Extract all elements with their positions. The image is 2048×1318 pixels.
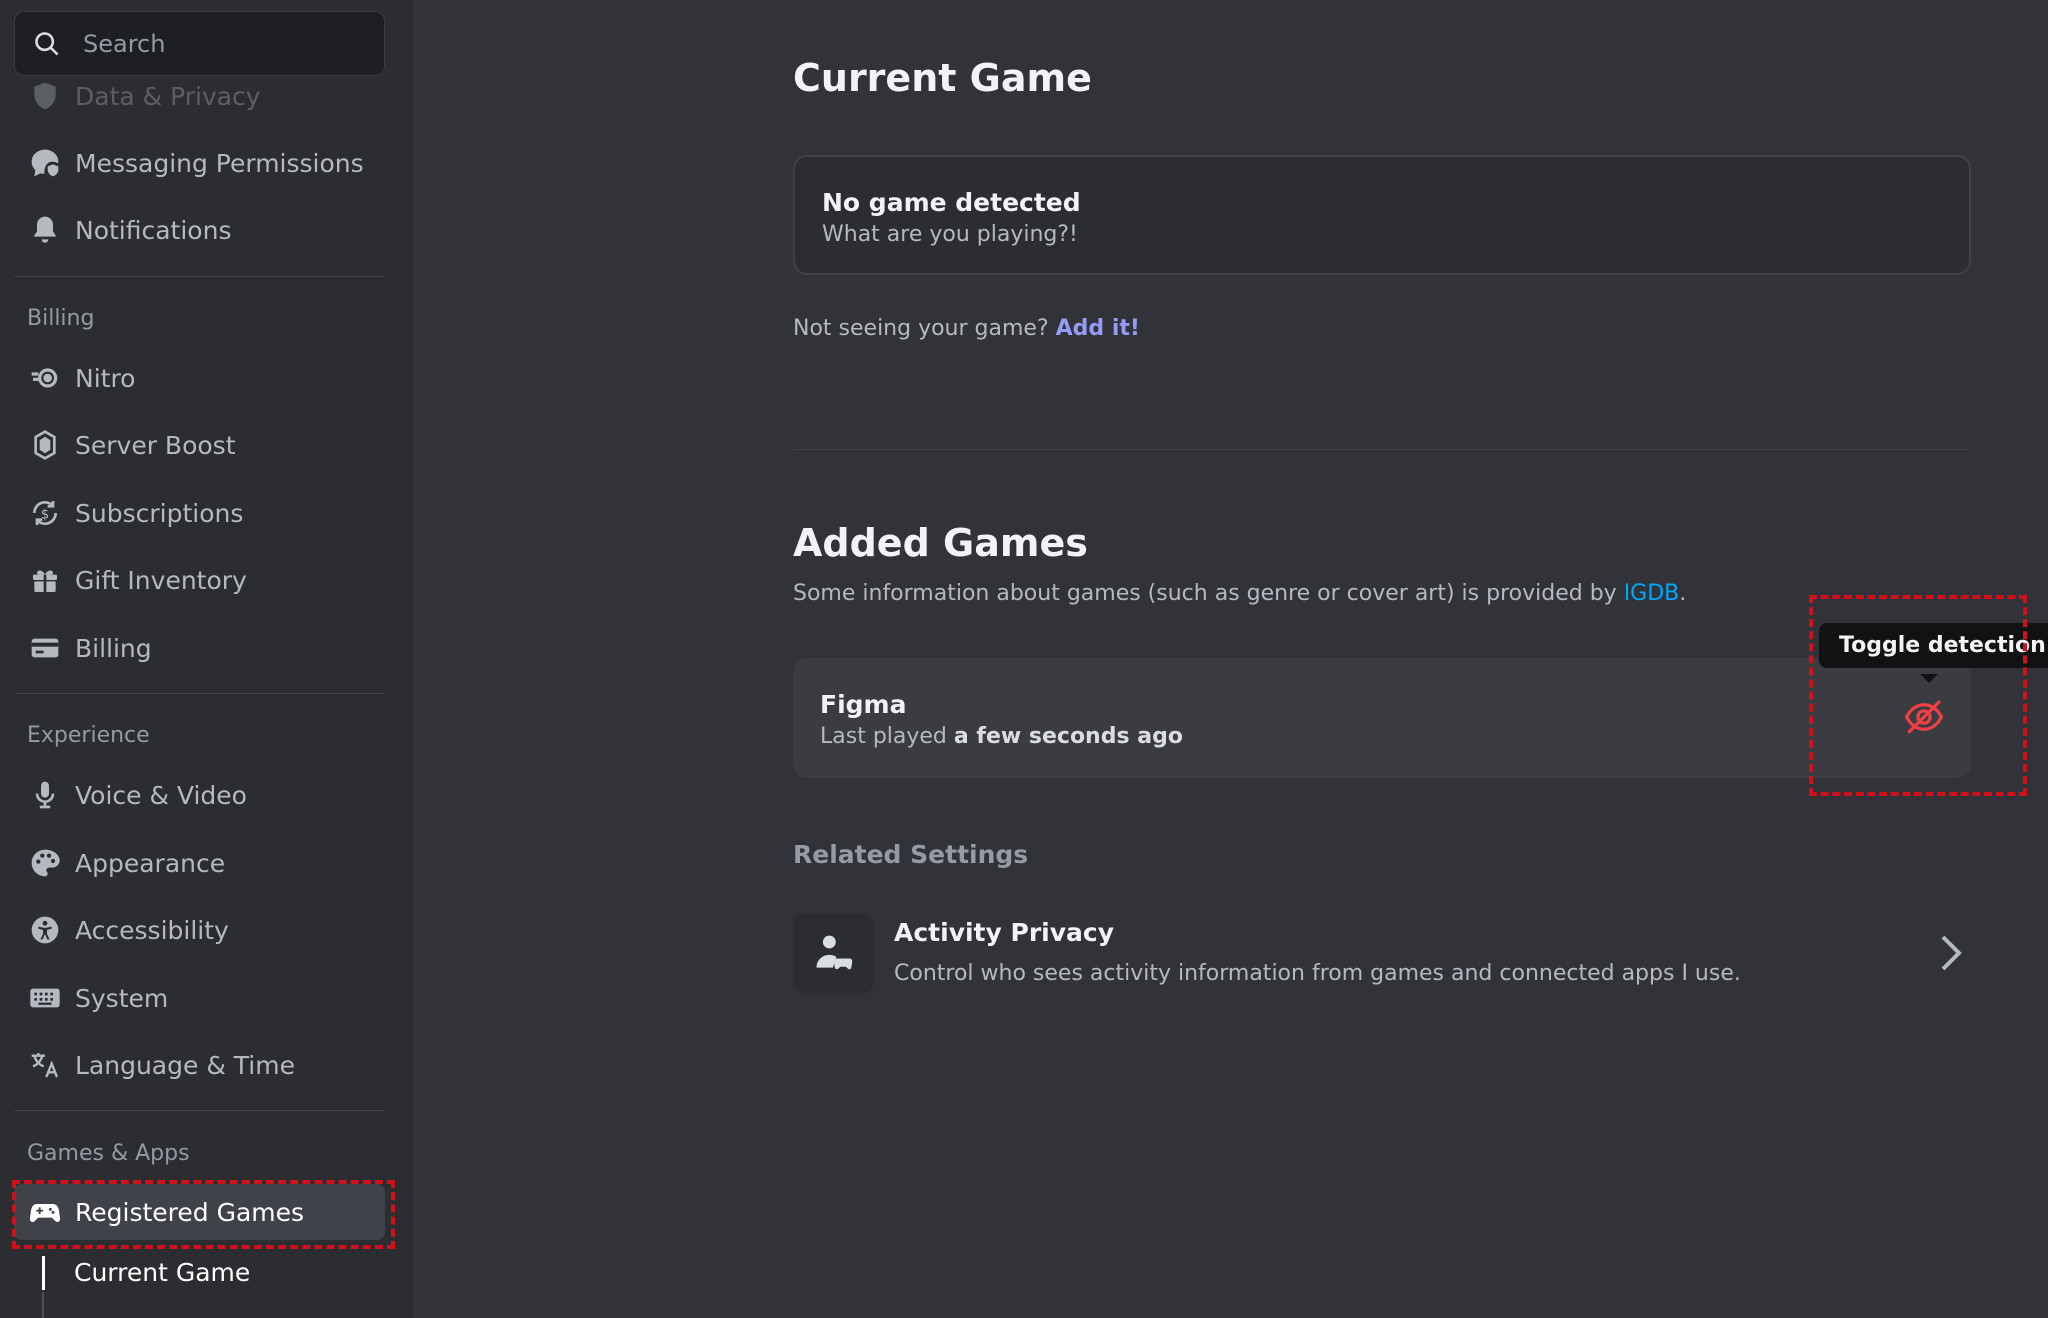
sidebar-item-system[interactable]: System [14,970,385,1026]
last-played-value: a few seconds ago [953,724,1183,749]
app-window: Search Data & Privacy Messaging Permissi… [0,0,2048,1318]
svg-text:$: $ [41,507,49,522]
activity-privacy-description: Control who sees activity information fr… [894,961,1741,986]
add-it-link[interactable]: Add it! [1056,316,1140,341]
search-icon [35,31,59,55]
activity-privacy-icon-box [793,913,873,993]
sidebar-item-accessibility[interactable]: Accessibility [14,902,385,958]
search-input[interactable]: Search [14,11,385,76]
nitro-icon [28,361,62,395]
sidebar-item-label: Messaging Permissions [75,148,364,178]
current-game-title: Current Game [793,56,1092,100]
sidebar-item-label: Registered Games [75,1197,305,1227]
sidebar-divider [14,1110,385,1111]
sidebar-item-label: Notifications [75,215,232,245]
settings-sidebar: Search Data & Privacy Messaging Permissi… [0,0,413,1318]
igdb-info-suffix: . [1679,581,1687,606]
not-seeing-text: Not seeing your game? [793,316,1049,341]
shield-icon [28,79,62,113]
game-name: Figma [820,690,907,719]
game-last-played: Last played a few seconds ago [820,724,1183,749]
sidebar-item-notifications[interactable]: Notifications [14,202,385,258]
current-game-card: No game detected What are you playing?! [793,155,1971,275]
sidebar-item-language-time[interactable]: Language & Time [14,1037,385,1093]
sidebar-subitem-current-game[interactable]: Current Game [74,1258,250,1287]
section-header-experience: Experience [27,723,150,748]
sidebar-item-label: Appearance [75,848,226,878]
main-content: Current Game No game detected What are y… [413,0,2048,1318]
sidebar-item-label: Data & Privacy [75,81,261,111]
section-divider [793,449,1971,450]
sidebar-item-label: Nitro [75,363,136,393]
sidebar-item-subscriptions[interactable]: $ Subscriptions [14,485,385,541]
palette-icon [28,846,62,880]
sub-item-tree-line [42,1292,44,1318]
credit-card-icon [28,631,62,665]
chevron-right-icon[interactable] [1936,933,1966,973]
translate-icon [28,1048,62,1082]
microphone-icon [28,778,62,812]
section-header-games-apps: Games & Apps [27,1141,190,1166]
igdb-info-text: Some information about games (such as ge… [793,581,1617,606]
accessibility-icon [28,913,62,947]
person-game-icon [816,935,853,970]
game-row-figma: Figma Last played a few seconds ago [793,658,1971,778]
sidebar-item-registered-games[interactable]: Registered Games [14,1184,385,1240]
eye-off-icon[interactable] [1903,696,1945,738]
sidebar-item-data-privacy[interactable]: Data & Privacy [14,68,385,124]
gift-icon [28,563,62,597]
sidebar-divider [14,693,385,694]
sub-item-active-indicator [42,1256,45,1290]
sidebar-item-label: System [75,983,169,1013]
bell-icon [28,213,62,247]
igdb-link[interactable]: IGDB [1624,581,1680,606]
sidebar-item-label: Billing [75,633,152,663]
toggle-detection-tooltip: Toggle detection [1819,623,2048,668]
igdb-info-line: Some information about games (such as ge… [793,581,1686,606]
sidebar-item-appearance[interactable]: Appearance [14,835,385,891]
sidebar-item-server-boost[interactable]: Server Boost [14,417,385,473]
sidebar-item-messaging-permissions[interactable]: Messaging Permissions [14,135,385,191]
sidebar-item-label: Language & Time [75,1050,295,1080]
tooltip-arrow [1920,674,1938,683]
sidebar-item-label: Voice & Video [75,780,247,810]
not-seeing-game-line: Not seeing your game? Add it! [793,316,1140,341]
subscription-icon: $ [28,496,62,530]
sidebar-item-gift-inventory[interactable]: Gift Inventory [14,552,385,608]
sidebar-item-voice-video[interactable]: Voice & Video [14,767,385,823]
card-title: No game detected [822,188,1081,217]
gamepad-icon [28,1195,62,1229]
sidebar-item-nitro[interactable]: Nitro [14,350,385,406]
boost-icon [28,428,62,462]
related-settings-title: Related Settings [793,840,1029,869]
search-placeholder: Search [83,29,166,58]
sidebar-item-label: Accessibility [75,915,229,945]
message-shield-icon [28,146,62,180]
keyboard-icon [28,981,62,1015]
card-subtitle: What are you playing?! [822,222,1078,247]
added-games-title: Added Games [793,521,1088,565]
sidebar-item-label: Subscriptions [75,498,244,528]
sidebar-item-label: Gift Inventory [75,565,247,595]
sidebar-divider [14,276,385,277]
section-header-billing: Billing [27,306,95,331]
activity-privacy-title[interactable]: Activity Privacy [894,918,1114,947]
sidebar-item-billing[interactable]: Billing [14,620,385,676]
last-played-label: Last played [820,724,947,749]
sidebar-item-label: Server Boost [75,430,236,460]
